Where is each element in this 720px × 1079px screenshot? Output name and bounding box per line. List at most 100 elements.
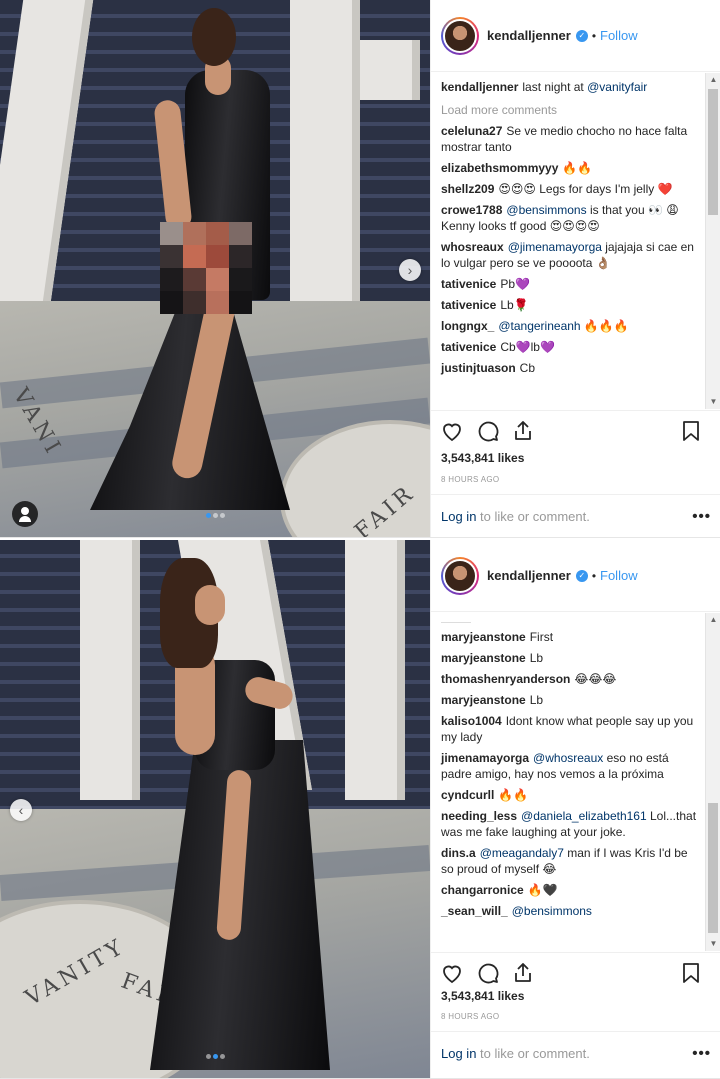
likes-count[interactable]: 3,543,841 likes — [441, 451, 524, 465]
comments-list[interactable]: maryjeanstone First maryjeanstone Lb thomash… — [431, 613, 705, 951]
comment-icon[interactable] — [476, 961, 500, 985]
backdrop-letter — [345, 540, 405, 800]
comment: tativenice Pb💜 — [441, 276, 705, 292]
comment: maryjeanstone Lb — [441, 650, 705, 666]
comment: changarronice 🔥🖤 — [441, 882, 705, 898]
scroll-down-icon[interactable]: ▼ — [706, 395, 720, 409]
comment-user[interactable]: elizabethsmommyyy — [441, 161, 558, 175]
comments-scrollbar[interactable]: ▲ ▼ — [705, 73, 720, 409]
mention-link[interactable]: @bensimmons — [506, 203, 586, 217]
comment-user[interactable]: maryjeanstone — [441, 693, 526, 707]
login-prompt: Log in to like or comment. — [441, 1046, 590, 1061]
bookmark-icon[interactable] — [679, 419, 703, 443]
avatar[interactable] — [441, 556, 479, 595]
login-prompt: Log in to like or comment. — [441, 509, 590, 524]
comment-user[interactable]: whosreaux — [441, 240, 504, 254]
share-icon[interactable] — [511, 419, 535, 443]
login-text: to like or comment. — [476, 1046, 590, 1061]
comment-user[interactable]: _sean_will_ — [441, 904, 508, 918]
comment-user[interactable]: kaliso1004 — [441, 714, 502, 728]
previous-photo-button[interactable]: ‹ — [10, 799, 32, 821]
login-text: to like or comment. — [476, 509, 590, 524]
heart-icon[interactable] — [440, 419, 464, 443]
pixelated-censor — [160, 222, 252, 314]
comment-user[interactable]: maryjeanstone — [441, 630, 526, 644]
comment-user[interactable]: tativenice — [441, 277, 496, 291]
comment-user[interactable]: needing_less — [441, 809, 517, 823]
chevron-left-icon: ‹ — [18, 802, 24, 818]
comment: thomashenryanderson 😂😂😂 — [441, 671, 705, 687]
comment: needing_less @daniela_elizabeth161 Lol...… — [441, 808, 705, 840]
comment-user[interactable]: tativenice — [441, 340, 496, 354]
comment: _sean_will_ @bensimmons — [441, 903, 705, 919]
comment-user[interactable]: justinjtuason — [441, 361, 516, 375]
post-header: kendalljenner ✓ • Follow — [431, 0, 720, 72]
login-bar: Log in to like or comment. ••• — [431, 1031, 720, 1075]
carousel-dot — [212, 1054, 218, 1059]
comment-icon[interactable] — [476, 419, 500, 443]
comment-text: 🔥🔥 — [562, 161, 593, 175]
comment-text: 🔥🖤 — [527, 883, 558, 897]
heart-icon[interactable] — [440, 961, 464, 985]
likes-count[interactable]: 3,543,841 likes — [441, 989, 524, 1003]
mention-link[interactable]: @meagandaly7 — [480, 846, 564, 860]
carousel-dot — [212, 513, 218, 518]
load-more-comments-button[interactable]: Load more comments — [441, 103, 705, 117]
caption: kendalljenner last night at @vanityfair — [441, 79, 705, 95]
comment: tativenice Cb💜lb💜 — [441, 339, 705, 355]
user-tag-icon[interactable] — [12, 501, 38, 527]
share-icon[interactable] — [511, 961, 535, 985]
scrollbar-thumb[interactable] — [708, 803, 718, 933]
mention-link[interactable]: @jimenamayorga — [508, 240, 602, 254]
carousel-dot — [205, 513, 211, 518]
comment-user[interactable]: celeluna27 — [441, 124, 502, 138]
bookmark-icon[interactable] — [679, 961, 703, 985]
comment-user[interactable]: cyndcurll — [441, 788, 494, 802]
comment-user[interactable]: tativenice — [441, 298, 496, 312]
scroll-up-icon[interactable]: ▲ — [706, 73, 720, 87]
username-link[interactable]: kendalljenner — [487, 568, 571, 583]
comment-user[interactable]: dins.a — [441, 846, 476, 860]
mention-link[interactable]: @daniela_elizabeth161 — [521, 809, 647, 823]
comment-user[interactable]: thomashenryanderson — [441, 672, 570, 686]
comment-user[interactable]: crowe1788 — [441, 203, 502, 217]
comment-user[interactable]: kendalljenner — [441, 80, 518, 94]
more-options-button[interactable]: ••• — [692, 1045, 711, 1062]
comment-text: Lb — [529, 693, 544, 707]
comment-user[interactable]: longngx_ — [441, 319, 494, 333]
post-timestamp[interactable]: 8 HOURS AGO — [441, 1012, 499, 1021]
username-link[interactable]: kendalljenner — [487, 28, 571, 43]
mention-link[interactable]: @tangerineanh — [498, 319, 580, 333]
more-options-button[interactable]: ••• — [692, 508, 711, 525]
backdrop-letter — [290, 0, 360, 320]
comment: maryjeanstone Lb — [441, 692, 705, 708]
post-photo[interactable]: VANITY FAIR ‹ — [0, 540, 430, 1078]
next-photo-button[interactable]: › — [399, 259, 421, 281]
post-photo[interactable]: FAIR VANI › — [0, 0, 430, 537]
comment-text: man if I was Kris I'd be so proud of mys… — [441, 846, 688, 876]
login-link[interactable]: Log in — [441, 509, 476, 524]
scrollbar-thumb[interactable] — [708, 89, 718, 215]
comment-text: Cb — [519, 361, 536, 375]
comments-list[interactable]: kendalljenner last night at @vanityfair L… — [431, 73, 705, 409]
chevron-right-icon: › — [407, 262, 413, 278]
action-bar — [431, 410, 720, 446]
mention-link[interactable]: @vanityfair — [587, 80, 647, 94]
comment-user[interactable]: shellz209 — [441, 182, 494, 196]
post-timestamp[interactable]: 8 HOURS AGO — [441, 475, 499, 484]
mention-link[interactable]: @whosreaux — [533, 751, 603, 765]
mention-link[interactable]: @bensimmons — [512, 904, 592, 918]
follow-button[interactable]: Follow — [600, 28, 638, 43]
post-sidebar: kendalljenner ✓ • Follow maryjeanstone Fi… — [430, 540, 720, 1078]
comments-scrollbar[interactable]: ▲ ▼ — [705, 613, 720, 951]
scroll-up-icon[interactable]: ▲ — [706, 613, 720, 627]
follow-button[interactable]: Follow — [600, 568, 638, 583]
carousel-dot — [205, 1054, 211, 1059]
comment-user[interactable]: maryjeanstone — [441, 651, 526, 665]
avatar[interactable] — [441, 16, 479, 55]
post-header: kendalljenner ✓ • Follow — [431, 540, 720, 612]
login-link[interactable]: Log in — [441, 1046, 476, 1061]
scroll-down-icon[interactable]: ▼ — [706, 937, 720, 951]
comment-user[interactable]: jimenamayorga — [441, 751, 529, 765]
comment-user[interactable]: changarronice — [441, 883, 524, 897]
